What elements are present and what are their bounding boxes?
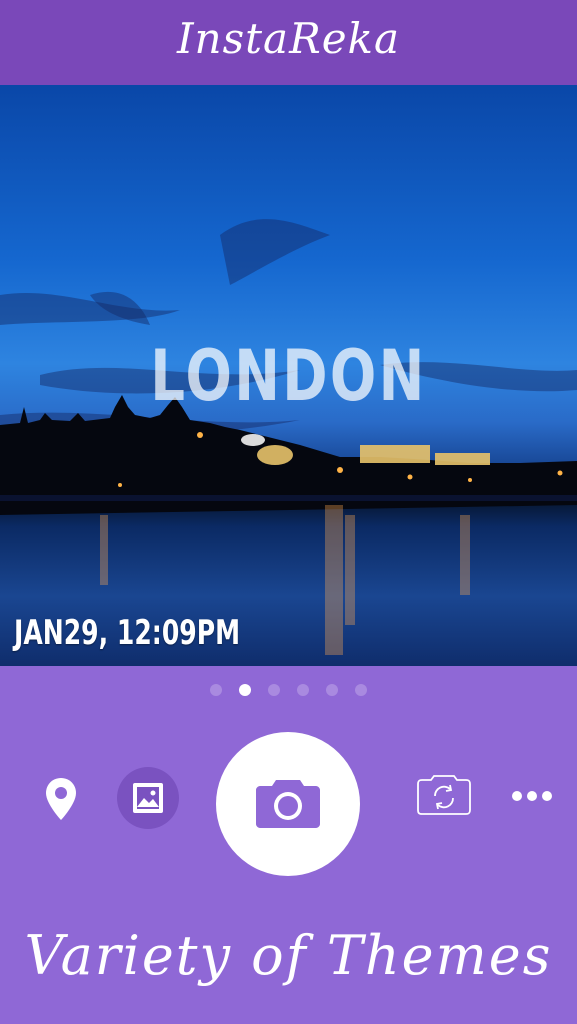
camera-icon: [256, 780, 320, 828]
photo-city-overlay: LONDON: [150, 335, 427, 417]
location-button[interactable]: [44, 776, 78, 822]
theme-pager[interactable]: [0, 684, 577, 698]
camera-toolbar: [0, 730, 577, 880]
promo-tagline: Variety of Themes: [24, 924, 553, 987]
pager-dot[interactable]: [297, 684, 309, 696]
location-pin-icon: [46, 778, 76, 820]
camera-preview[interactable]: LONDON JAN29, 12:09PM: [0, 85, 577, 666]
photo-timestamp: JAN29, 12:09PM: [14, 613, 241, 653]
gallery-button[interactable]: [117, 767, 179, 829]
more-button[interactable]: [511, 788, 553, 804]
switch-camera-button[interactable]: [416, 772, 472, 816]
pager-dot[interactable]: [210, 684, 222, 696]
more-icon: [512, 791, 552, 801]
pager-dot[interactable]: [326, 684, 338, 696]
pager-dot[interactable]: [268, 684, 280, 696]
shutter-button[interactable]: [216, 732, 360, 876]
app-title: InstaReka: [176, 14, 401, 63]
gallery-icon: [133, 783, 163, 813]
switch-camera-icon: [417, 775, 471, 815]
pager-dot-active[interactable]: [239, 684, 251, 696]
app-header: InstaReka: [0, 0, 577, 85]
pager-dot[interactable]: [355, 684, 367, 696]
